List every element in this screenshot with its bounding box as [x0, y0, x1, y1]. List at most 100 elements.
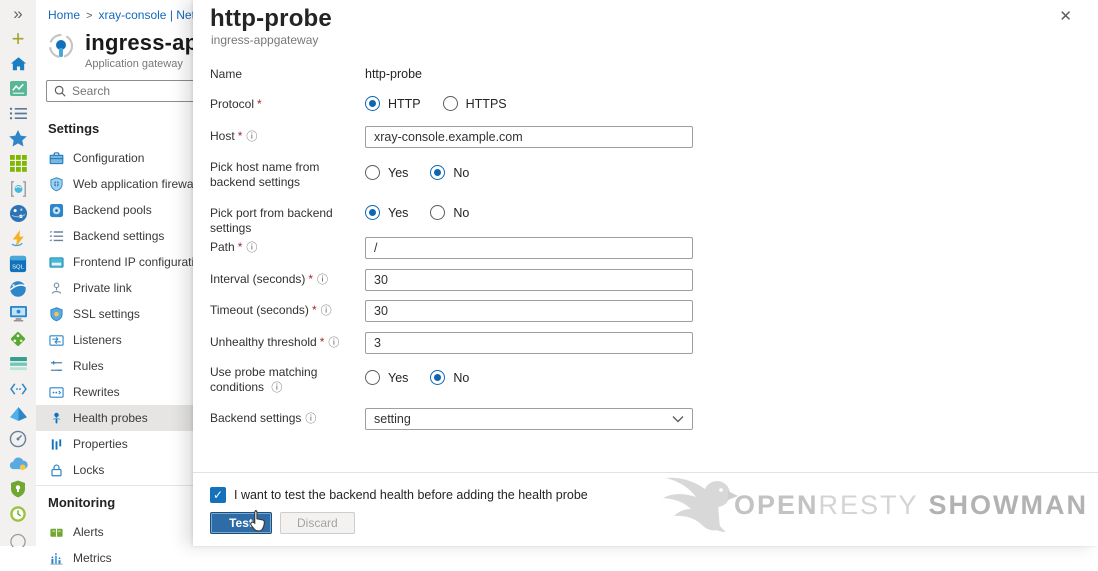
metrics-icon: [49, 551, 64, 566]
cosmos-db-icon[interactable]: [8, 279, 28, 298]
required-asterisk: *: [257, 97, 262, 111]
sidebar-item-configuration[interactable]: Configuration: [36, 145, 193, 171]
security-shield-icon[interactable]: [8, 479, 28, 498]
properties-icon: [49, 437, 64, 452]
health-probe-blade: http-probe ingress-appgateway ✕ Name htt…: [193, 0, 1098, 546]
discard-button[interactable]: Discard: [280, 512, 355, 534]
search-icon: [54, 85, 66, 97]
backend-settings-icon: [49, 229, 64, 244]
watermark-showman: SHOWMAN: [929, 490, 1088, 520]
probe-matching-no-radio[interactable]: [430, 370, 445, 385]
path-input[interactable]: [365, 237, 693, 259]
azure-ad-pyramid-icon[interactable]: [8, 404, 28, 423]
protocol-radio-group: HTTP HTTPS: [365, 94, 695, 111]
sidebar-item-private-link[interactable]: Private link: [36, 275, 193, 301]
test-button[interactable]: Test: [210, 512, 272, 534]
all-services-list-icon[interactable]: [8, 104, 28, 123]
sidebar-item-label: SSL settings: [73, 307, 140, 321]
monitor-gauge-icon[interactable]: [8, 429, 28, 448]
watermark: OPENRESTYSHOWMAN: [660, 468, 1088, 542]
test-health-checkbox[interactable]: ✓: [210, 487, 226, 503]
waf-shield-icon: [49, 177, 64, 192]
breadcrumb-home-link[interactable]: Home: [48, 8, 80, 22]
pick-port-yes-radio[interactable]: [365, 205, 380, 220]
collapse-chevrons-icon[interactable]: »: [8, 4, 28, 23]
unhealthy-threshold-input[interactable]: [365, 332, 693, 354]
info-icon: ⓘ: [305, 413, 316, 425]
info-icon: ⓘ: [246, 131, 257, 143]
close-icon[interactable]: ✕: [1059, 9, 1072, 24]
cost-clock-icon[interactable]: [8, 504, 28, 523]
watermark-resty: RESTY: [818, 490, 918, 520]
backend-settings-dropdown[interactable]: setting: [365, 408, 693, 430]
listeners-icon: [49, 333, 64, 348]
sidebar-item-label: Alerts: [73, 525, 104, 539]
virtual-network-code-icon[interactable]: [8, 379, 28, 398]
sidebar-item-alerts[interactable]: Alerts: [36, 519, 193, 545]
pick-host-yes-radio[interactable]: [365, 165, 380, 180]
sidebar-item-metrics[interactable]: Metrics: [36, 545, 193, 571]
sidebar-item-backend-settings[interactable]: Backend settings: [36, 223, 193, 249]
info-icon: ⓘ: [321, 305, 332, 317]
sidebar-item-listeners[interactable]: Listeners: [36, 327, 193, 353]
sidebar-item-backend-pools[interactable]: Backend pools: [36, 197, 193, 223]
timeout-label: Timeout (seconds)*ⓘ: [210, 300, 365, 332]
sidebar-item-ssl-settings[interactable]: SSL settings: [36, 301, 193, 327]
required-asterisk: *: [238, 129, 243, 143]
sidebar-item-rules[interactable]: Rules: [36, 353, 193, 379]
sidebar-item-web-application-firewall[interactable]: Web application firewall: [36, 171, 193, 197]
sidebar-item-locks[interactable]: Locks: [36, 457, 193, 483]
storage-account-icon[interactable]: [8, 354, 28, 373]
favorites-star-icon[interactable]: [8, 129, 28, 148]
resource-groups-brackets-icon[interactable]: [8, 179, 28, 198]
dashboard-icon[interactable]: [8, 79, 28, 98]
yes-label: Yes: [388, 371, 408, 385]
required-asterisk: *: [238, 240, 243, 254]
function-app-bolt-icon[interactable]: [8, 229, 28, 248]
timeout-input[interactable]: [365, 300, 693, 322]
rewrites-icon: [49, 385, 64, 400]
app-services-globe-icon[interactable]: [8, 204, 28, 223]
rules-icon: [49, 359, 64, 374]
sidebar-item-rewrites[interactable]: Rewrites: [36, 379, 193, 405]
sidebar-item-health-probes[interactable]: Health probes: [36, 405, 193, 431]
alerts-icon: [49, 525, 64, 540]
protocol-https-radio[interactable]: [443, 96, 458, 111]
settings-section-header: Settings: [36, 114, 193, 145]
protocol-http-radio[interactable]: [365, 96, 380, 111]
probe-matching-yes-radio[interactable]: [365, 370, 380, 385]
name-label: Name: [210, 64, 365, 94]
sidebar-item-frontend-ip-configuration[interactable]: Frontend IP configuration: [36, 249, 193, 275]
svg-text:SQL: SQL: [12, 264, 24, 270]
load-balancer-diamond-icon[interactable]: [8, 329, 28, 348]
health-probes-icon: [49, 411, 64, 426]
probe-form: Name http-probe Protocol* HTTP HTTPS Hos…: [210, 64, 900, 441]
no-label: No: [453, 206, 469, 220]
yes-label: Yes: [388, 166, 408, 180]
host-input[interactable]: [365, 126, 693, 148]
backend-pools-icon: [49, 203, 64, 218]
interval-input[interactable]: [365, 269, 693, 291]
info-icon: ⓘ: [328, 337, 339, 349]
breadcrumb-current-link[interactable]: xray-console | Net: [98, 8, 195, 22]
sidebar-item-label: Backend settings: [73, 229, 164, 243]
pick-host-no-radio[interactable]: [430, 165, 445, 180]
all-resources-grid-icon[interactable]: [8, 154, 28, 173]
create-resource-icon[interactable]: +: [8, 29, 28, 48]
unhealthy-threshold-label: Unhealthy threshold*ⓘ: [210, 332, 365, 362]
sidebar-item-label: Rewrites: [73, 385, 120, 399]
sidebar-item-label: Configuration: [73, 151, 144, 165]
sidebar-item-label: Locks: [73, 463, 104, 477]
advisor-cloud-icon[interactable]: [8, 454, 28, 473]
home-icon[interactable]: [8, 54, 28, 73]
sidebar-item-properties[interactable]: Properties: [36, 431, 193, 457]
sql-database-icon[interactable]: SQL: [8, 254, 28, 273]
pick-port-no-radio[interactable]: [430, 205, 445, 220]
protocol-https-label: HTTPS: [466, 97, 507, 111]
pick-port-radio-group: Yes No: [365, 203, 695, 220]
virtual-machine-monitor-icon[interactable]: [8, 304, 28, 323]
info-icon: ⓘ: [317, 274, 328, 286]
clipped-bottom-icon[interactable]: [8, 529, 28, 548]
configuration-icon: [49, 151, 64, 166]
sidebar-item-label: Listeners: [73, 333, 122, 347]
